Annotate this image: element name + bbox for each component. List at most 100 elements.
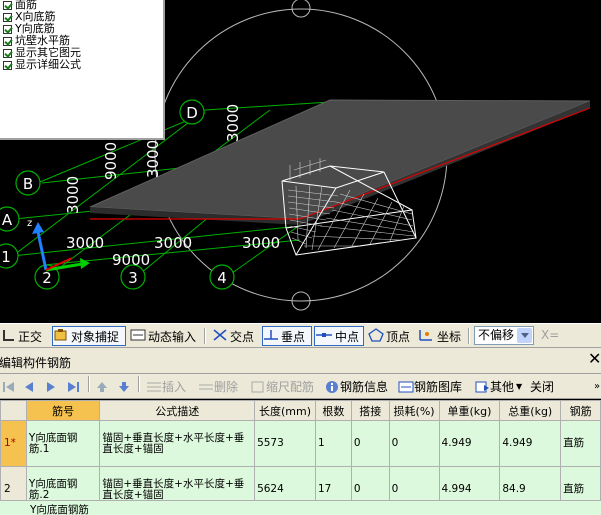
axis-label-4: 4: [217, 269, 227, 287]
rebar-panel-header: 编辑构件钢筋 ✕: [0, 348, 601, 374]
dim-text-3: 3000: [242, 234, 280, 252]
offset-value: 不偏移: [478, 328, 515, 342]
move-up-button[interactable]: [96, 377, 108, 396]
column-header[interactable]: 损耗(%): [388, 400, 440, 421]
intersection-icon: [212, 328, 228, 345]
delete-icon: [199, 384, 213, 389]
layer-visibility-panel: 面筋 X向底筋 Y向底筋 坑壁水平筋 显示其它图元 显示详细公式: [0, 0, 165, 140]
checkbox[interactable]: [3, 60, 12, 70]
rebar-grid: 筋号 公式描述 长度(mm) 根数 搭接 损耗(%) 单重(kg) 总重(kg)…: [0, 400, 601, 513]
prev-icon: [25, 381, 33, 392]
checkbox[interactable]: [3, 36, 12, 46]
object-snap-label: 对象捕捉: [71, 329, 120, 344]
rebar-info-label: 钢筋信息: [340, 380, 389, 394]
orthogonal-button[interactable]: 正交: [2, 326, 42, 346]
vertex-label: 顶点: [386, 329, 411, 344]
toolbar-separator: [204, 328, 206, 344]
rebar-name-cell[interactable]: Y向底面钢筋.1: [25, 420, 101, 467]
checkbox[interactable]: [3, 12, 12, 22]
delete-label: 删除: [214, 380, 239, 394]
close-panel-button[interactable]: 关闭: [530, 377, 554, 396]
count-cell[interactable]: 1: [314, 420, 352, 467]
first-record-button[interactable]: [2, 377, 16, 396]
intersection-label: 交点: [230, 329, 255, 344]
column-header[interactable]: 公式描述: [99, 400, 256, 421]
prev-record-button[interactable]: [22, 377, 36, 396]
intersection-button[interactable]: 交点: [212, 326, 254, 346]
scale-config-button[interactable]: 缩尺配筋: [250, 377, 314, 396]
toolbar-separator: [138, 376, 140, 392]
arrow-up-icon: [97, 381, 107, 392]
layer-row-detail-formula[interactable]: 显示详细公式: [3, 59, 81, 71]
loss-cell[interactable]: 0: [388, 420, 440, 467]
column-header[interactable]: 总重(kg): [499, 400, 562, 421]
unit-weight-cell[interactable]: 4.949: [438, 420, 501, 467]
insert-icon: [147, 382, 161, 391]
orthogonal-label: 正交: [18, 329, 43, 344]
move-down-button[interactable]: [118, 377, 130, 396]
delete-button[interactable]: 删除: [198, 377, 238, 396]
coordinate-icon: [417, 328, 435, 345]
offset-dropdown[interactable]: 不偏移: [474, 326, 534, 345]
dim-text-1: 3000: [66, 234, 104, 252]
orthogonal-icon: [2, 328, 16, 345]
perpendicular-label: 垂点: [281, 329, 306, 344]
table-row-partial[interactable]: Y向底面钢筋: [0, 500, 601, 515]
lap-cell[interactable]: 0: [350, 420, 390, 467]
more-icon[interactable]: »: [594, 377, 600, 396]
column-header[interactable]: 根数: [314, 400, 352, 421]
corner-cell: [0, 400, 27, 421]
length-cell[interactable]: 5573: [254, 420, 316, 467]
chevron-down-icon[interactable]: [517, 328, 532, 343]
midpoint-button[interactable]: 中点: [314, 326, 364, 346]
next-record-button[interactable]: [44, 377, 58, 396]
close-icon[interactable]: ✕: [588, 351, 601, 367]
drawing-viewport[interactable]: D B A 1 2 3 4 3000 3000 3000 9000 3000 3…: [0, 0, 601, 323]
last-icon: [68, 381, 79, 392]
column-header[interactable]: 长度(mm): [254, 400, 316, 421]
rebar-info-button[interactable]: 钢筋信息: [324, 377, 388, 396]
toolbar-separator: [468, 328, 470, 344]
scale-config-label: 缩尺配筋: [266, 380, 315, 394]
chevron-down-icon: ▼: [516, 382, 523, 391]
other-menu-button[interactable]: 其他 ▼: [474, 377, 522, 396]
dim-text-v4: 3000: [224, 104, 242, 142]
rebar-info-icon: [326, 380, 338, 393]
perpendicular-button[interactable]: 垂点: [262, 326, 312, 346]
checkbox[interactable]: [3, 0, 12, 10]
scale-config-icon: [251, 381, 264, 392]
column-header[interactable]: 钢筋: [560, 400, 601, 421]
layer-label: 显示详细公式: [15, 58, 81, 71]
dynamic-input-button[interactable]: 动态输入: [130, 326, 196, 346]
axis-label-2: 2: [42, 269, 52, 287]
column-header[interactable]: 单重(kg): [438, 400, 501, 421]
slab-top: [89, 99, 591, 220]
other-icon: [475, 381, 489, 392]
rebar-name-cell: Y向底面钢筋: [30, 504, 89, 515]
rebar-library-button[interactable]: 钢筋图库: [398, 377, 462, 396]
rebar-toolbar: 插入 删除 缩尺配筋 钢筋信息 钢筋图库 其他 ▼ 关闭 »: [0, 374, 601, 399]
checkbox[interactable]: [3, 24, 12, 34]
insert-button[interactable]: 插入: [146, 377, 186, 396]
x-coordinate-label: X=: [541, 328, 560, 342]
midpoint-icon: [315, 328, 333, 345]
total-weight-cell[interactable]: 4.949: [499, 420, 562, 467]
table-row[interactable]: 1* Y向底面钢筋.1 锚固+垂直长度+水平长度+垂直长度+锚固 5573 1 …: [0, 420, 601, 467]
rebar-type-cell[interactable]: 直筋: [560, 420, 601, 467]
rebar-library-label: 钢筋图库: [414, 380, 463, 394]
column-header[interactable]: 筋号: [25, 400, 101, 421]
perpendicular-icon: [263, 328, 279, 345]
object-snap-icon: [53, 328, 69, 345]
column-header[interactable]: 搭接: [350, 400, 390, 421]
object-snap-button[interactable]: 对象捕捉: [52, 326, 126, 346]
next-icon: [47, 381, 55, 392]
coordinate-button[interactable]: 坐标: [417, 326, 461, 346]
coordinate-label: 坐标: [437, 329, 462, 344]
last-record-button[interactable]: [66, 377, 80, 396]
dim-text-2: 3000: [154, 234, 192, 252]
formula-cell[interactable]: 锚固+垂直长度+水平长度+垂直长度+锚固: [99, 420, 256, 467]
row-number[interactable]: 1*: [0, 420, 27, 467]
axis-label-1: 1: [1, 248, 11, 266]
checkbox[interactable]: [3, 48, 12, 58]
vertex-button[interactable]: 顶点: [368, 326, 410, 346]
